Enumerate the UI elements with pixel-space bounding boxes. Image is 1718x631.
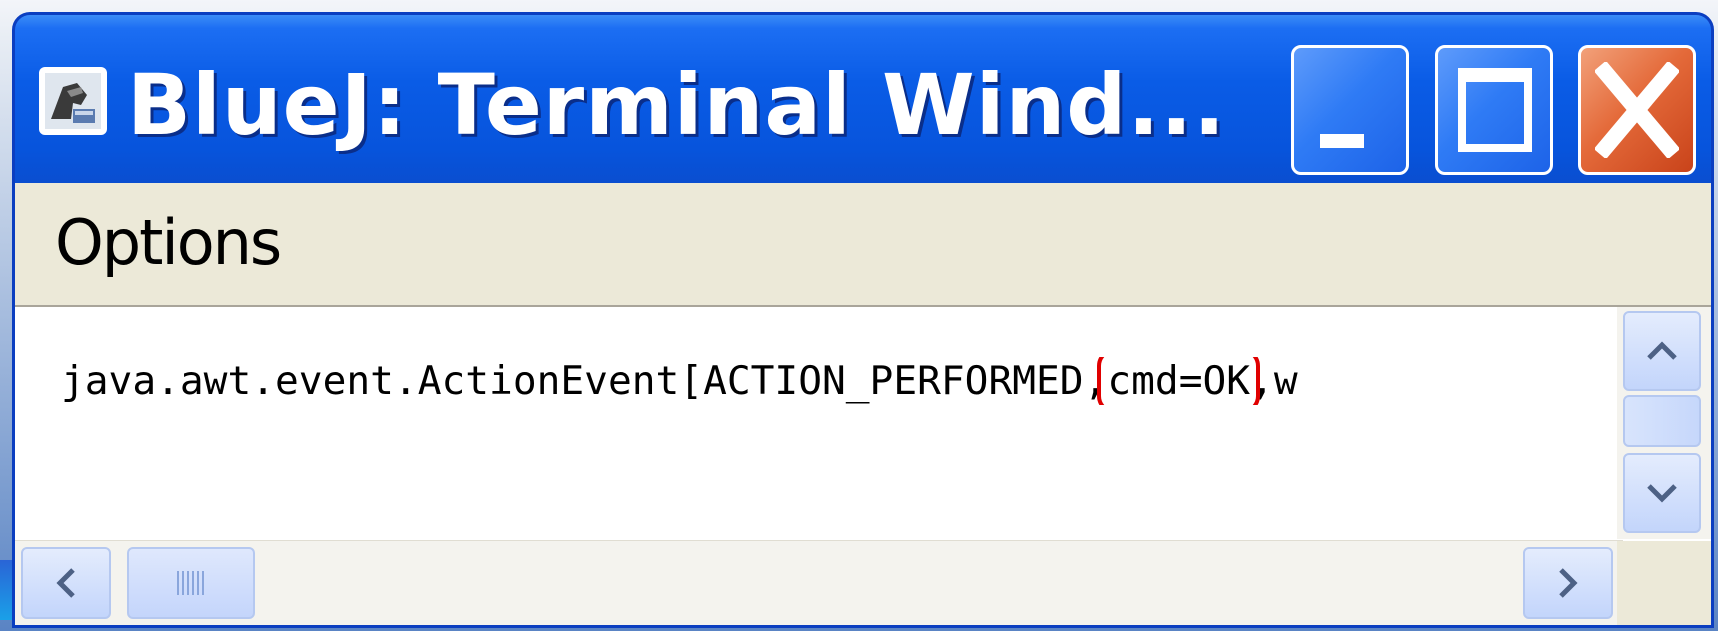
scrollbar-corner bbox=[1617, 541, 1711, 625]
scroll-down-button[interactable] bbox=[1623, 453, 1701, 533]
maximize-button[interactable] bbox=[1435, 45, 1553, 175]
minimize-icon bbox=[1320, 134, 1364, 148]
vertical-scrollbar[interactable] bbox=[1617, 307, 1711, 539]
close-button[interactable] bbox=[1578, 45, 1696, 175]
close-icon bbox=[1595, 62, 1679, 158]
chevron-left-icon bbox=[56, 568, 75, 598]
chevron-down-icon bbox=[1647, 484, 1677, 503]
terminal-output-line: java.awt.event.ActionEvent[ACTION_PERFOR… bbox=[61, 357, 1631, 405]
minimize-button[interactable] bbox=[1291, 45, 1409, 175]
menu-options[interactable]: Options bbox=[55, 207, 282, 279]
vertical-scroll-thumb[interactable] bbox=[1623, 395, 1701, 447]
window-title: BlueJ: Terminal Wind... bbox=[127, 56, 1227, 154]
horizontal-scrollbar[interactable] bbox=[15, 540, 1623, 625]
grip-icon bbox=[177, 571, 205, 595]
terminal-window: BlueJ: Terminal Wind... Options java.awt… bbox=[12, 12, 1714, 628]
chevron-up-icon bbox=[1647, 341, 1677, 360]
scroll-left-button[interactable] bbox=[21, 547, 111, 619]
menu-bar: Options bbox=[15, 183, 1711, 307]
terminal-output-area[interactable]: java.awt.event.ActionEvent[ACTION_PERFOR… bbox=[15, 307, 1711, 625]
output-text-tail: ,w bbox=[1250, 358, 1298, 404]
title-bar[interactable]: BlueJ: Terminal Wind... bbox=[15, 15, 1711, 183]
scroll-up-button[interactable] bbox=[1623, 311, 1701, 391]
horizontal-scroll-thumb[interactable] bbox=[127, 547, 255, 619]
scroll-right-button[interactable] bbox=[1523, 547, 1613, 619]
highlighted-command: cmd=OK bbox=[1097, 357, 1261, 405]
chevron-right-icon bbox=[1559, 568, 1578, 598]
bluej-icon[interactable] bbox=[37, 65, 109, 137]
maximize-icon bbox=[1458, 68, 1532, 152]
output-text: java.awt.event.ActionEvent[ACTION_PERFOR… bbox=[61, 358, 1108, 404]
